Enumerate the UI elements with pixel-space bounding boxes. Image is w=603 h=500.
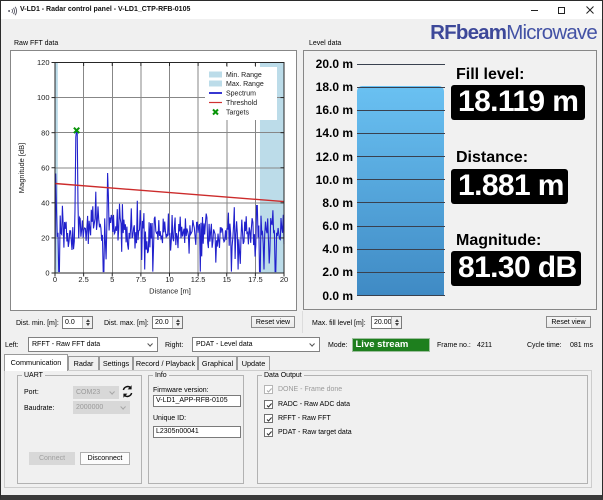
svg-text:80: 80 <box>41 128 49 137</box>
svg-text:120: 120 <box>37 58 50 67</box>
svg-text:12.5: 12.5 <box>191 275 206 284</box>
svg-text:100: 100 <box>37 93 50 102</box>
svg-text:Min. Range: Min. Range <box>226 72 262 79</box>
svg-text:Spectrum: Spectrum <box>226 91 256 98</box>
svg-text:Distance [m]: Distance [m] <box>149 287 191 296</box>
svg-text:5: 5 <box>110 275 114 284</box>
svg-text:20: 20 <box>41 234 49 243</box>
svg-text:Targets: Targets <box>226 110 249 117</box>
svg-text:Threshold: Threshold <box>226 100 257 107</box>
svg-text:Magnitude [dB]: Magnitude [dB] <box>17 143 26 193</box>
svg-text:20: 20 <box>280 275 288 284</box>
svg-text:0: 0 <box>45 269 49 278</box>
svg-text:0: 0 <box>53 275 57 284</box>
svg-text:15: 15 <box>223 275 231 284</box>
svg-text:7.5: 7.5 <box>136 275 146 284</box>
svg-text:Max. Range: Max. Range <box>226 81 264 88</box>
svg-text:40: 40 <box>41 198 49 207</box>
svg-text:17.5: 17.5 <box>248 275 263 284</box>
svg-text:10: 10 <box>165 275 173 284</box>
svg-text:60: 60 <box>41 163 49 172</box>
svg-text:2.5: 2.5 <box>78 275 88 284</box>
